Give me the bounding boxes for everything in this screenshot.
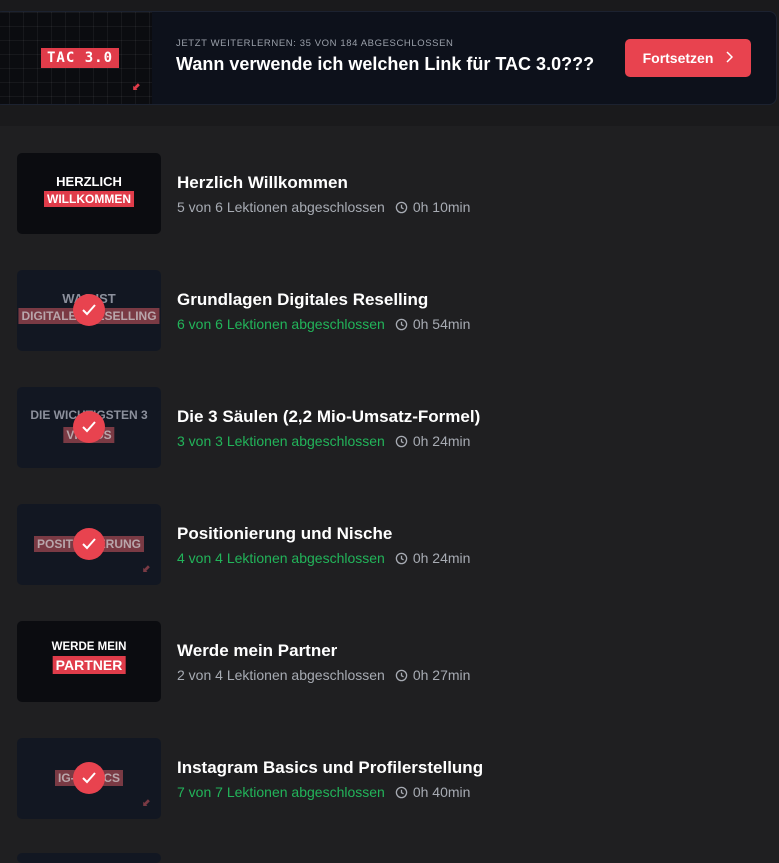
clock-icon <box>395 201 408 214</box>
course-meta: 7 von 7 Lektionen abgeschlossen 0h 40min <box>177 784 470 800</box>
course-title[interactable]: Grundlagen Digitales Reselling <box>177 290 428 310</box>
course-title[interactable]: Positionierung und Nische <box>177 524 392 544</box>
expand-arrow-icon: ⬋ <box>142 564 151 575</box>
clock-icon <box>395 552 408 565</box>
course-thumbnail[interactable]: WERDE MEIN PARTNER <box>17 621 161 702</box>
thumbnail-highlight: WILLKOMMEN <box>44 191 134 207</box>
course-title[interactable]: Werde mein Partner <box>177 641 337 661</box>
course-item[interactable]: DIE WICHTIGSTEN 3 VIDEOS Die 3 Säulen (2… <box>17 387 757 468</box>
course-thumbnail[interactable]: WAS IST DIGITALES RESELLING <box>17 270 161 351</box>
course-progress: 4 von 4 Lektionen abgeschlossen <box>177 550 385 566</box>
course-duration: 0h 40min <box>412 784 471 800</box>
course-meta: 3 von 3 Lektionen abgeschlossen 0h 24min <box>177 433 470 449</box>
course-meta: 4 von 4 Lektionen abgeschlossen 0h 24min <box>177 550 470 566</box>
course-title[interactable]: Instagram Basics und Profilerstellung <box>177 758 483 778</box>
expand-arrow-icon: ⬋ <box>132 82 141 93</box>
resume-thumbnail[interactable]: TAC 3.0 ⬋ <box>0 12 152 104</box>
clock-icon <box>395 435 408 448</box>
course-thumbnail[interactable]: IG-BASICS ⬋ <box>17 738 161 819</box>
expand-arrow-icon: ⬋ <box>142 798 151 809</box>
chevron-right-icon <box>725 50 734 66</box>
course-meta: 5 von 6 Lektionen abgeschlossen 0h 10min <box>177 199 470 215</box>
thumbnail-text: HERZLICH <box>56 174 122 189</box>
course-progress: 7 von 7 Lektionen abgeschlossen <box>177 784 385 800</box>
course-item[interactable]: HERZLICH WILLKOMMEN Herzlich Willkommen … <box>17 153 757 234</box>
course-progress: 2 von 4 Lektionen abgeschlossen <box>177 667 385 683</box>
course-duration: 0h 24min <box>412 433 471 449</box>
resume-progress-text: JETZT WEITERLERNEN: 35 VON 184 ABGESCHLO… <box>176 38 454 49</box>
thumbnail-highlight: PARTNER <box>52 656 126 674</box>
course-thumbnail[interactable]: DIE WICHTIGSTEN 3 VIDEOS <box>17 387 161 468</box>
course-progress: 3 von 3 Lektionen abgeschlossen <box>177 433 385 449</box>
clock-icon <box>395 318 408 331</box>
resume-lesson-title[interactable]: Wann verwende ich welchen Link für TAC 3… <box>176 54 594 75</box>
course-meta: 2 von 4 Lektionen abgeschlossen 0h 27min <box>177 667 470 683</box>
clock-icon <box>395 786 408 799</box>
course-title[interactable]: Herzlich Willkommen <box>177 173 348 193</box>
continue-button-label: Fortsetzen <box>642 50 714 66</box>
course-duration: 0h 27min <box>412 667 471 683</box>
resume-thumbnail-label: TAC 3.0 <box>41 48 120 68</box>
course-title[interactable]: Die 3 Säulen (2,2 Mio-Umsatz-Formel) <box>177 407 480 427</box>
continue-button[interactable]: Fortsetzen <box>625 39 751 77</box>
checkmark-icon <box>73 411 105 443</box>
course-duration: 0h 54min <box>412 316 471 332</box>
thumbnail-text: WERDE MEIN <box>51 641 127 653</box>
course-meta: 6 von 6 Lektionen abgeschlossen 0h 54min <box>177 316 470 332</box>
checkmark-icon <box>73 294 105 326</box>
course-item[interactable]: POSITIONIERUNG ⬋ Positionierung und Nisc… <box>17 504 757 585</box>
course-item[interactable]: WAS IST DIGITALES RESELLING Grundlagen D… <box>17 270 757 351</box>
course-item[interactable]: IG-BASICS ⬋ Instagram Basics und Profile… <box>17 738 757 819</box>
course-thumbnail[interactable]: POSITIONIERUNG ⬋ <box>17 504 161 585</box>
checkmark-icon <box>73 762 105 794</box>
course-duration: 0h 24min <box>412 550 471 566</box>
course-progress: 5 von 6 Lektionen abgeschlossen <box>177 199 385 215</box>
continue-learning-card[interactable]: TAC 3.0 ⬋ JETZT WEITERLERNEN: 35 VON 184… <box>0 11 777 105</box>
course-item[interactable]: WERDE MEIN PARTNER Werde mein Partner 2 … <box>17 621 757 702</box>
course-progress: 6 von 6 Lektionen abgeschlossen <box>177 316 385 332</box>
clock-icon <box>395 669 408 682</box>
course-thumbnail-partial[interactable] <box>17 853 161 863</box>
course-duration: 0h 10min <box>412 199 471 215</box>
checkmark-icon <box>73 528 105 560</box>
course-thumbnail[interactable]: HERZLICH WILLKOMMEN <box>17 153 161 234</box>
